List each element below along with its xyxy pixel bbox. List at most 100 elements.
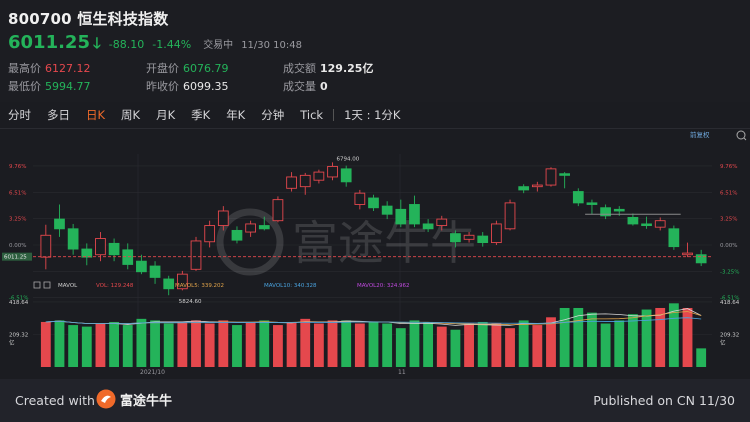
right-pct-label: 6.51%: [720, 190, 737, 196]
volume-bar: [518, 320, 529, 367]
volume-bar: [696, 348, 707, 367]
current-price-tag-left: 6011.25: [2, 252, 32, 261]
candle: [149, 261, 161, 284]
volume-bar: [450, 329, 461, 367]
candle: [409, 195, 420, 228]
left-pct-label: 6.51%: [9, 190, 26, 196]
current-price: 6011.25: [8, 32, 90, 53]
tab-weekly-k[interactable]: 周K: [113, 107, 148, 123]
svg-text:6011.25: 6011.25: [4, 255, 27, 261]
candle: [477, 232, 489, 247]
stat-prev-close-value: 6099.35: [183, 80, 229, 93]
candlestick-chart[interactable]: 富途牛牛 9.76% 9.76% 6.51% 6.51% 3.25% 3.25% 0.00%…: [0, 129, 750, 379]
candle: [695, 249, 707, 267]
price-change: -88.10: [108, 38, 145, 51]
vol-axis-left-label: 209.32: [9, 332, 28, 338]
volume-bar: [40, 321, 51, 367]
tab-yearly-k[interactable]: 年K: [218, 107, 253, 123]
volume-bar: [368, 321, 379, 367]
candle: [654, 217, 666, 231]
volume-bar: [136, 318, 147, 367]
vol-legend-mavol20: MAVOL20: 324.962: [357, 283, 410, 289]
candle: [531, 181, 543, 192]
right-pct-label: 9.76%: [720, 164, 737, 170]
vol-axis-left-label: 418.64: [9, 300, 29, 306]
candle: [395, 199, 407, 228]
volume-bar: [341, 320, 352, 367]
brand-name: 富途牛牛: [120, 393, 173, 409]
stat-open-value: 6076.79: [183, 62, 229, 75]
tab-1day-1min-k[interactable]: 1天 : 1分K: [336, 107, 408, 123]
tab-tick[interactable]: Tick: [292, 108, 331, 122]
volume-bar: [354, 323, 365, 367]
footer: Created with 富途牛牛 Published on CN 11/30: [0, 379, 750, 422]
trading-status: 交易中: [203, 40, 234, 51]
settings-icon[interactable]: [33, 281, 51, 289]
high-annotation: 6794.00: [337, 156, 360, 162]
candle: [491, 220, 502, 245]
volume-bar: [382, 323, 393, 367]
stat-low-value: 5994.77: [45, 80, 91, 93]
vol-legend-name: MAVOL: [58, 283, 78, 289]
price-row: 6011.25 🡓 -88.10 -1.44% 交易中 11/30 10:48: [8, 32, 303, 53]
stat-high-value: 6127.12: [45, 62, 91, 75]
candle: [545, 167, 557, 187]
tab-divider: [333, 109, 335, 121]
tab-quarterly-k[interactable]: 季K: [183, 107, 218, 123]
volume-bar: [218, 320, 229, 367]
tab-daily-k[interactable]: 日K: [78, 107, 113, 123]
volume-bar: [177, 321, 188, 367]
quote-time: 11/30 10:48: [241, 40, 303, 51]
tab-intraday[interactable]: 分时: [0, 107, 39, 123]
candle: [67, 223, 79, 255]
candle: [518, 184, 530, 194]
candle: [559, 172, 571, 189]
futu-logo-icon: [96, 389, 116, 409]
candle: [572, 188, 584, 207]
vol-legend-vol: VOL: 129.248: [96, 283, 134, 289]
volume-bar: [477, 321, 488, 367]
candle: [286, 172, 297, 192]
zoom-icon[interactable]: [736, 130, 747, 141]
right-pct-label: 0.00%: [720, 243, 737, 249]
down-arrow-icon: 🡓: [92, 34, 101, 52]
index-title: 800700 恒生科技指数: [8, 10, 169, 28]
candle: [340, 165, 352, 187]
watermark-text: 富途牛牛: [292, 216, 476, 270]
vol-legend-mavol5: MAVOL5: 339.202: [175, 283, 224, 289]
tab-monthly-k[interactable]: 月K: [148, 107, 183, 123]
volume-bar: [204, 323, 215, 367]
left-pct-label: 0.00%: [9, 243, 26, 249]
candle: [327, 162, 338, 181]
volume-bar: [587, 312, 597, 367]
volume-bar: [259, 320, 270, 367]
candle: [586, 199, 598, 215]
price-change-pct: -1.44%: [152, 38, 192, 51]
volume-bar: [191, 320, 201, 367]
candle: [600, 204, 611, 220]
tab-minute[interactable]: 分钟: [253, 107, 292, 123]
stat-turnover-value: 129.25亿: [320, 62, 374, 75]
candle: [313, 169, 325, 184]
volume-bar: [505, 328, 515, 367]
volume-bar: [600, 323, 611, 367]
candle: [54, 204, 65, 237]
stat-volume: 成交量 0: [283, 80, 328, 93]
vol-unit-left: 亿: [9, 338, 15, 346]
candle: [163, 275, 175, 296]
tab-multi-day[interactable]: 多日: [39, 107, 78, 123]
candle: [354, 189, 366, 210]
left-pct-label: 9.76%: [9, 164, 26, 170]
volume-bar: [464, 323, 474, 367]
volume-bar: [286, 321, 297, 367]
candle: [40, 224, 52, 270]
volume-bar: [232, 325, 242, 367]
x-label-2021-10: 2021/10: [140, 369, 165, 376]
candle: [231, 226, 243, 244]
published-text: Published on CN 11/30: [593, 393, 735, 408]
volume-bar: [491, 323, 502, 367]
right-pct-label: 3.25%: [720, 217, 737, 223]
vol-axis-right-label: 209.32: [720, 332, 739, 338]
adjust-mode-label[interactable]: 前复权: [690, 130, 710, 139]
volume-bar: [81, 326, 92, 367]
